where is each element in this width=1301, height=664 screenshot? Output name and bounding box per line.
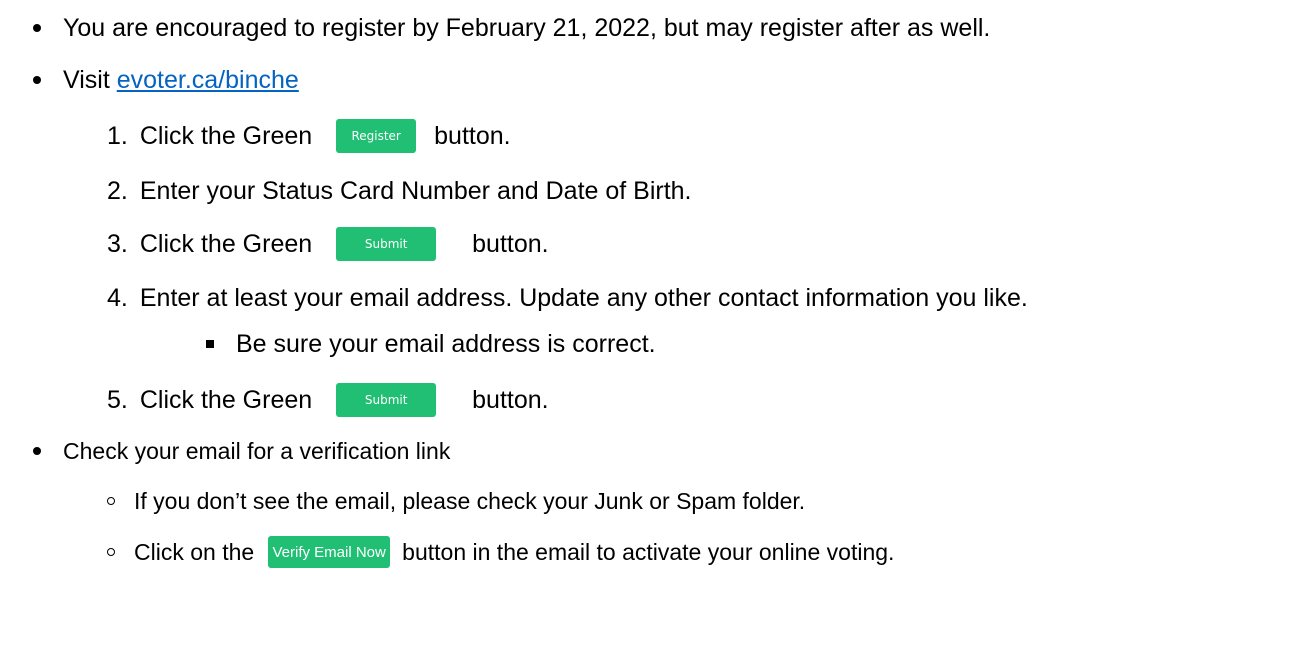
- spam-folder-text: If you don’t see the email, please check…: [134, 487, 806, 514]
- step-2: 2. Enter your Status Card Number and Dat…: [107, 171, 692, 211]
- verify-email-now-button[interactable]: Verify Email Now: [268, 536, 391, 568]
- step-1: 1. Click the Green Register button.: [107, 116, 511, 156]
- step-number: 1.: [107, 121, 128, 150]
- step-text: Enter your Status Card Number and Date o…: [139, 176, 692, 205]
- step-number: 2.: [107, 176, 128, 205]
- step-number: 3.: [107, 229, 128, 258]
- step-4: 4. Enter at least your email address. Up…: [107, 278, 1028, 318]
- evoter-link[interactable]: evoter.ca/binche: [117, 66, 299, 95]
- step-text: Click the Green: [139, 121, 313, 150]
- verify-line: Click on the Verify Email Now button in …: [134, 532, 894, 572]
- email-correct-note: Be sure your email address is correct.: [236, 329, 656, 358]
- step-text: Enter at least your email address. Updat…: [139, 283, 1028, 312]
- check-email-line: Check your email for a verification link: [63, 431, 450, 471]
- step-5: 5. Click the Green Submit button.: [107, 380, 549, 420]
- step-number: 5.: [107, 385, 128, 414]
- verify-text-after: button in the email to activate your onl…: [402, 538, 895, 565]
- submit-button[interactable]: Submit: [336, 227, 437, 261]
- bullet-icon: [33, 24, 41, 32]
- sub-bullet-icon: [206, 340, 214, 348]
- hollow-bullet-icon: [107, 497, 115, 505]
- step-3: 3. Click the Green Submit button.: [107, 224, 549, 264]
- bullet-icon: [33, 76, 41, 84]
- verify-text-before: Click on the: [134, 538, 255, 565]
- visit-line: Visit evoter.ca/binche: [63, 60, 299, 100]
- step-text: Click the Green: [139, 385, 313, 414]
- visit-prefix: Visit: [63, 65, 117, 94]
- register-button[interactable]: Register: [336, 119, 417, 153]
- bullet-icon: [33, 447, 41, 455]
- intro-line-register-deadline: You are encouraged to register by Februa…: [63, 8, 990, 48]
- step-4-note: Be sure your email address is correct.: [236, 324, 656, 364]
- step-number: 4.: [107, 283, 128, 312]
- register-deadline-text: You are encouraged to register by Februa…: [63, 13, 991, 42]
- spam-folder-line: If you don’t see the email, please check…: [134, 481, 805, 521]
- step-text-after: button.: [472, 385, 549, 414]
- step-text: Click the Green: [139, 229, 313, 258]
- step-text-after: button.: [434, 121, 511, 150]
- submit-button-2[interactable]: Submit: [336, 383, 437, 417]
- hollow-bullet-icon: [107, 548, 115, 556]
- step-text-after: button.: [472, 229, 549, 258]
- check-email-text: Check your email for a verification link: [63, 437, 451, 464]
